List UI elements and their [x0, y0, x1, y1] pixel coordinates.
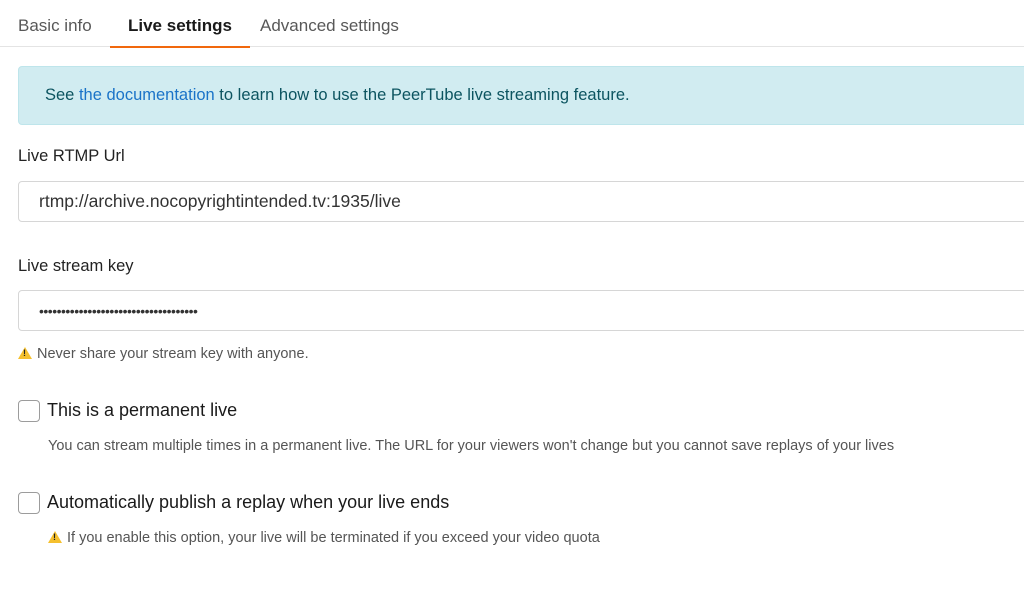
- tab-live-settings[interactable]: Live settings: [110, 0, 250, 48]
- stream-key-warning-text: Never share your stream key with anyone.: [37, 346, 309, 362]
- tab-advanced-settings[interactable]: Advanced settings: [260, 0, 399, 47]
- auto-replay-hint-text: If you enable this option, your live wil…: [67, 530, 600, 546]
- auto-replay-hint: If you enable this option, your live wil…: [48, 530, 600, 546]
- rtmp-url-input[interactable]: rtmp://archive.nocopyrightintended.tv:19…: [18, 181, 1024, 222]
- stream-key-label: Live stream key: [18, 257, 134, 275]
- rtmp-url-label: Live RTMP Url: [18, 147, 125, 165]
- documentation-alert: See the documentation to learn how to us…: [18, 66, 1024, 125]
- alert-prefix: See: [45, 86, 79, 104]
- stream-key-input[interactable]: ••••••••••••••••••••••••••••••••••••: [18, 290, 1024, 331]
- stream-key-warning: Never share your stream key with anyone.: [18, 346, 309, 362]
- alert-suffix: to learn how to use the PeerTube live st…: [214, 86, 630, 104]
- warning-icon: [18, 347, 32, 359]
- auto-replay-label[interactable]: Automatically publish a replay when your…: [47, 492, 449, 513]
- warning-icon: [48, 531, 62, 543]
- permanent-live-checkbox[interactable]: [18, 400, 40, 422]
- permanent-live-label[interactable]: This is a permanent live: [47, 400, 237, 421]
- documentation-link[interactable]: the documentation: [79, 86, 215, 104]
- stream-key-masked-value: ••••••••••••••••••••••••••••••••••••: [39, 303, 198, 319]
- permanent-live-hint: You can stream multiple times in a perma…: [48, 438, 895, 454]
- tab-basic-info[interactable]: Basic info: [18, 0, 92, 47]
- auto-replay-checkbox[interactable]: [18, 492, 40, 514]
- rtmp-url-value: rtmp://archive.nocopyrightintended.tv:19…: [39, 191, 401, 211]
- tab-bar: Basic info Live settings Advanced settin…: [0, 0, 1024, 48]
